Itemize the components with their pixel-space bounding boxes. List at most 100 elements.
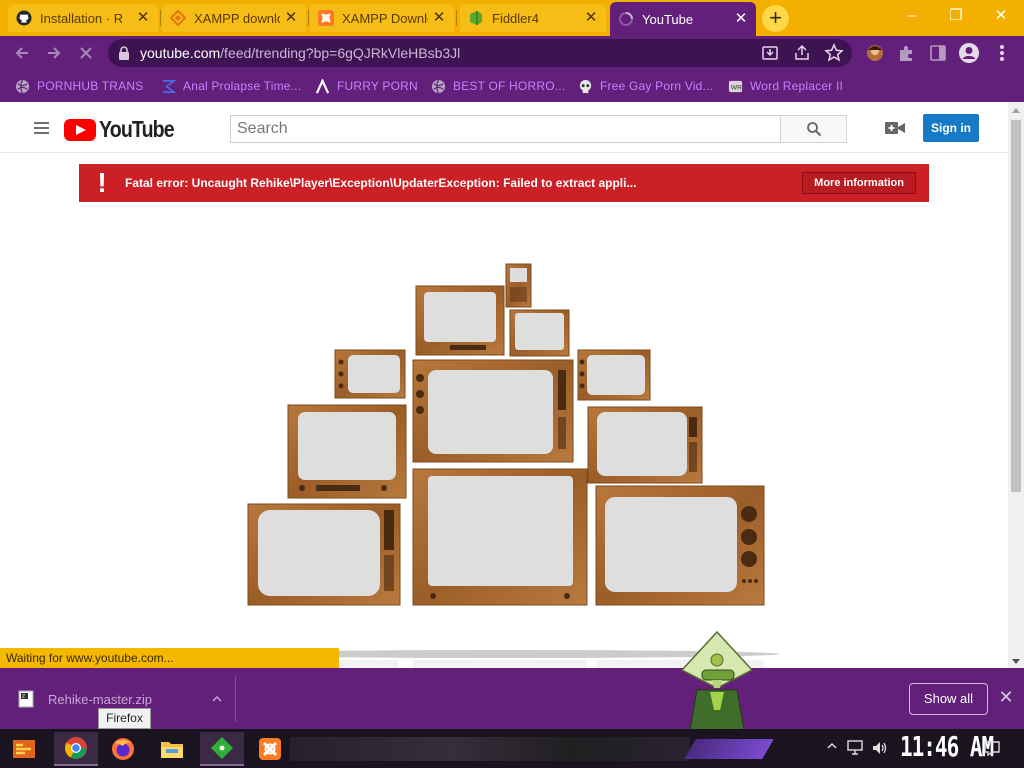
address-bar[interactable]: youtube.com/feed/trending?bp=6gQJRkVleHB… [108,39,852,67]
sign-in-button[interactable]: Sign in [923,114,979,142]
loading-spinner-icon [618,11,634,27]
firefox-icon [112,738,134,760]
download-filename: Rehike-master.zip [48,691,153,707]
close-window-button[interactable]: ✕ [981,4,1021,28]
status-bubble: Waiting for www.youtube.com... [0,648,339,669]
tab-title: YouTube [642,11,694,27]
tab-installation[interactable]: Installation · R ✕ [8,4,158,32]
skull-icon [577,78,593,94]
broken-tv-illustration [230,263,780,668]
bookmark-item[interactable]: Anal Prolapse Time... [160,77,301,95]
close-shelf-icon[interactable]: ✕ [998,688,1014,706]
tab-xampp-download[interactable]: XAMPP Downlo ✕ [310,4,454,32]
svg-text:Z: Z [22,694,25,700]
tab-separator [456,10,457,26]
new-tab-button[interactable]: + [762,5,789,32]
search-button[interactable] [780,115,847,143]
tab-close-icon[interactable]: ✕ [432,10,446,25]
alert-icon: ! [97,167,107,198]
side-panel-icon[interactable] [927,42,949,64]
bookmark-label: Word Replacer II [750,79,844,93]
chevron-up-icon[interactable] [211,693,223,705]
profile-avatar-icon[interactable] [958,42,980,64]
extension-avatar-icon[interactable] [864,42,886,64]
globe-icon [430,78,446,94]
volume-icon[interactable] [871,740,889,759]
browser-toolbar: youtube.com/feed/trending?bp=6gQJRkVleHB… [0,36,1024,70]
network-icon[interactable] [847,740,865,759]
more-information-button[interactable]: More information [802,172,916,194]
taskbar-accent [684,739,774,759]
taskbar-firefox[interactable] [101,732,145,766]
tab-close-icon[interactable]: ✕ [136,10,150,25]
tab-fiddler[interactable]: Fiddler4 ✕ [460,4,606,32]
page-scrollbar[interactable] [1008,102,1024,668]
taskbar-clock[interactable]: 11:46 AM [900,731,994,762]
taskbar-wallpaper-strip [290,737,690,761]
youtube-masthead: YouTube Search Sign in [0,102,1008,153]
bookmark-item[interactable]: WR Word Replacer II [727,77,843,95]
github-icon [16,10,32,26]
tab-separator [160,10,161,26]
youtube-logo[interactable]: YouTube [64,116,187,143]
scroll-up-arrow-icon[interactable] [1012,108,1020,113]
show-all-downloads-button[interactable]: Show all [909,683,988,715]
zip-file-icon: Z [18,690,34,708]
tab-title: XAMPP downlo [194,10,280,26]
bookmark-star-icon[interactable] [824,43,844,63]
tab-xampp-downloads[interactable]: XAMPP downlo ✕ [162,4,306,32]
lambda-icon [314,78,330,94]
taskbar-app[interactable] [200,732,244,766]
bookmark-label: Free Gay Porn Vid... [600,79,714,93]
tab-close-icon[interactable]: ✕ [584,10,598,25]
download-shelf: Z Rehike-master.zip Show all ✕ [0,668,1024,729]
bookmark-label: PORNHUB TRANS [37,79,144,93]
share-icon[interactable] [792,43,812,63]
back-button[interactable] [10,41,34,65]
browser-menu-icon[interactable] [991,42,1013,64]
search-input[interactable]: Search [230,115,781,143]
start-button[interactable] [2,732,46,766]
scrollbar-thumb[interactable] [1011,120,1021,492]
youtube-wordmark: YouTube [99,116,175,142]
minimize-button[interactable]: – [892,4,932,28]
web-page: YouTube Search Sign in ! Fatal error: Un… [0,102,1008,668]
chrome-icon [65,737,87,759]
url-path: /feed/trending?bp=6gQJRkVleHBsb3Jl [220,45,461,61]
bookmark-item[interactable]: FURRY PORN [314,77,418,95]
scroll-down-arrow-icon[interactable] [1012,659,1020,664]
bookmarks-bar: PORNHUB TRANS Anal Prolapse Time... FURR… [0,70,1024,102]
lock-icon [119,46,129,60]
fiddler-icon [468,10,484,26]
tab-youtube[interactable]: YouTube ✕ [610,2,756,36]
tab-strip: Installation · R ✕ XAMPP downlo ✕ XAMPP … [0,0,1024,36]
tab-close-icon[interactable]: ✕ [734,11,748,26]
bookmark-label: BEST OF HORRO... [453,79,566,93]
bookmark-item[interactable]: PORNHUB TRANS [14,77,143,95]
xampp-site-icon [170,10,186,26]
tab-title: Installation · R [40,10,124,26]
error-alert: ! Fatal error: Uncaught Rehike\Player\Ex… [79,164,929,202]
taskbar-xampp[interactable] [248,732,292,766]
taskbar-chrome[interactable] [54,732,98,766]
upload-video-icon[interactable] [885,120,905,136]
show-hidden-icons-chevron-icon[interactable] [826,740,838,755]
install-app-icon[interactable] [760,43,780,63]
url-host: youtube.com [140,45,221,61]
bookmark-site-icon [160,78,176,94]
stop-loading-button[interactable] [74,41,98,65]
youtube-play-icon [64,118,96,141]
tab-separator [308,10,309,26]
guide-menu-icon[interactable] [34,122,49,134]
tab-title: Fiddler4 [492,10,539,26]
bookmark-item[interactable]: Free Gay Porn Vid... [577,77,713,95]
forward-button[interactable] [42,41,66,65]
svg-text:WR: WR [730,84,741,91]
bookmark-item[interactable]: BEST OF HORRO... [430,77,565,95]
extension-icon: WR [727,78,743,94]
tab-close-icon[interactable]: ✕ [284,10,298,25]
notification-center-icon[interactable] [984,740,1000,759]
taskbar-file-explorer[interactable] [150,732,194,766]
extensions-puzzle-icon[interactable] [896,42,918,64]
maximize-button[interactable]: ❐ [936,4,976,28]
